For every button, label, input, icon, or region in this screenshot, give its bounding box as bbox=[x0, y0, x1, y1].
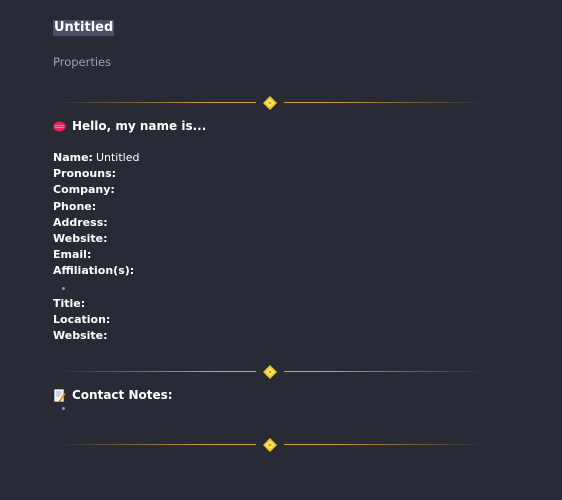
field-label: Company: bbox=[53, 183, 115, 197]
field-label: Affiliation(s): bbox=[53, 264, 135, 278]
field-label: Title: bbox=[53, 296, 86, 310]
field-label: Email: bbox=[53, 248, 92, 262]
notes-list-item[interactable] bbox=[62, 407, 65, 410]
field-pronouns: Pronouns: bbox=[53, 166, 139, 182]
notes-heading: Contact Notes: bbox=[53, 388, 173, 403]
ornamental-divider bbox=[55, 438, 485, 452]
ornamental-divider bbox=[55, 96, 485, 110]
field-email: Email: bbox=[53, 247, 139, 263]
bullet-dot bbox=[62, 286, 65, 290]
field-label: Website: bbox=[53, 232, 108, 246]
field-label: Pronouns: bbox=[53, 167, 117, 181]
field-company: Company: bbox=[53, 182, 139, 198]
notes-heading-text: Contact Notes: bbox=[72, 388, 173, 402]
note-page: Untitled Properties Hello, my name is...… bbox=[0, 0, 562, 500]
divider-line-right bbox=[284, 444, 485, 445]
contact-fields: Name: Untitled Pronouns: Company: Phone: … bbox=[53, 150, 139, 344]
divider-line-right bbox=[284, 371, 485, 372]
divider-line-left bbox=[55, 102, 256, 103]
intro-heading-text: Hello, my name is... bbox=[72, 119, 207, 133]
divider-line-right bbox=[284, 102, 485, 103]
ornamental-divider bbox=[55, 365, 485, 379]
field-website-2: Website: bbox=[53, 328, 139, 344]
field-label: Phone: bbox=[53, 199, 97, 213]
field-phone: Phone: bbox=[53, 199, 139, 215]
diamond-gem-icon bbox=[263, 96, 277, 110]
intro-heading: Hello, my name is... bbox=[53, 119, 206, 134]
lips-icon bbox=[53, 121, 66, 132]
affiliations-list-item[interactable] bbox=[53, 280, 139, 296]
field-label: Website: bbox=[53, 329, 108, 343]
divider-line-left bbox=[55, 444, 256, 445]
divider-line-left bbox=[55, 371, 256, 372]
field-location: Location: bbox=[53, 312, 139, 328]
field-value[interactable]: Untitled bbox=[96, 151, 140, 164]
field-label: Address: bbox=[53, 215, 108, 229]
diamond-gem-icon bbox=[263, 365, 277, 379]
page-title[interactable]: Untitled bbox=[53, 20, 115, 36]
field-label: Name: bbox=[53, 151, 93, 164]
field-name: Name: Untitled bbox=[53, 150, 139, 166]
properties-toggle[interactable]: Properties bbox=[53, 55, 111, 69]
field-label: Location: bbox=[53, 313, 111, 327]
memo-icon bbox=[54, 389, 66, 402]
field-address: Address: bbox=[53, 215, 139, 231]
field-website: Website: bbox=[53, 231, 139, 247]
diamond-gem-icon bbox=[263, 438, 277, 452]
field-affiliations: Affiliation(s): bbox=[53, 263, 139, 279]
field-title: Title: bbox=[53, 296, 139, 312]
